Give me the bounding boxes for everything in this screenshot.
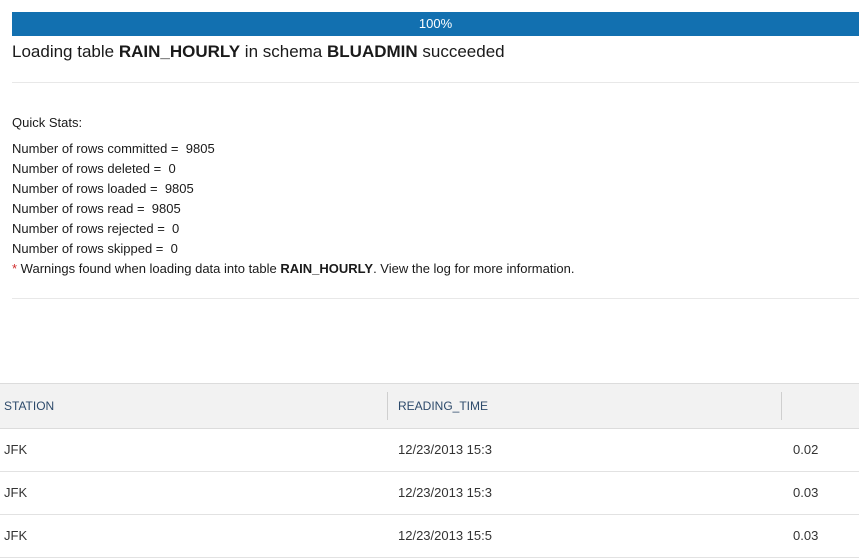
quick-stats: Quick Stats: Number of rows committed = …	[12, 113, 574, 279]
cell-station: JFK	[4, 442, 28, 457]
table-row[interactable]: JFK 12/23/2013 15:3 0.03	[0, 472, 859, 515]
stat-rows-deleted: Number of rows deleted = 0	[12, 161, 176, 176]
column-header-station[interactable]: STATION	[4, 384, 54, 428]
stat-rows-committed: Number of rows committed = 9805	[12, 141, 215, 156]
column-resize-handle[interactable]	[387, 392, 388, 420]
data-preview-table: STATION READING_TIME JFK 12/23/2013 15:3…	[0, 383, 859, 558]
cell-value: 0.03	[793, 528, 819, 543]
stat-rows-rejected: Number of rows rejected = 0	[12, 221, 180, 236]
warning-message: * Warnings found when loading data into …	[12, 259, 574, 279]
table-row[interactable]: JFK 12/23/2013 15:5 0.03	[0, 515, 859, 558]
progress-bar: 100%	[12, 12, 859, 36]
divider	[12, 298, 859, 299]
column-resize-handle[interactable]	[781, 392, 782, 420]
cell-station: JFK	[4, 528, 28, 543]
table-header: STATION READING_TIME	[0, 383, 859, 429]
progress-label: 100%	[418, 16, 453, 31]
table-row[interactable]: JFK 12/23/2013 15:3 0.02	[0, 429, 859, 472]
title-prefix: Loading table	[12, 42, 119, 61]
title-suffix: succeeded	[417, 42, 505, 61]
cell-reading-time: 12/23/2013 15:3	[398, 442, 492, 457]
stat-rows-skipped: Number of rows skipped = 0	[12, 241, 178, 256]
warning-table-name: RAIN_HOURLY	[280, 261, 374, 276]
cell-value: 0.02	[793, 442, 819, 457]
warning-suffix: . View the log for more information.	[373, 261, 575, 276]
column-header-reading-time[interactable]: READING_TIME	[398, 384, 488, 428]
warning-prefix: Warnings found when loading data into ta…	[17, 261, 281, 276]
quick-stats-heading: Quick Stats:	[12, 115, 83, 130]
cell-station: JFK	[4, 485, 28, 500]
cell-reading-time: 12/23/2013 15:5	[398, 528, 492, 543]
title-middle: in schema	[240, 42, 327, 61]
stat-rows-read: Number of rows read = 9805	[12, 201, 181, 216]
cell-reading-time: 12/23/2013 15:3	[398, 485, 492, 500]
title-schema-name: BLUADMIN	[327, 42, 418, 61]
load-status-title: Loading table RAIN_HOURLY in schema BLUA…	[12, 41, 505, 63]
stat-rows-loaded: Number of rows loaded = 9805	[12, 181, 194, 196]
cell-value: 0.03	[793, 485, 819, 500]
divider	[12, 82, 859, 83]
title-table-name: RAIN_HOURLY	[118, 42, 241, 61]
